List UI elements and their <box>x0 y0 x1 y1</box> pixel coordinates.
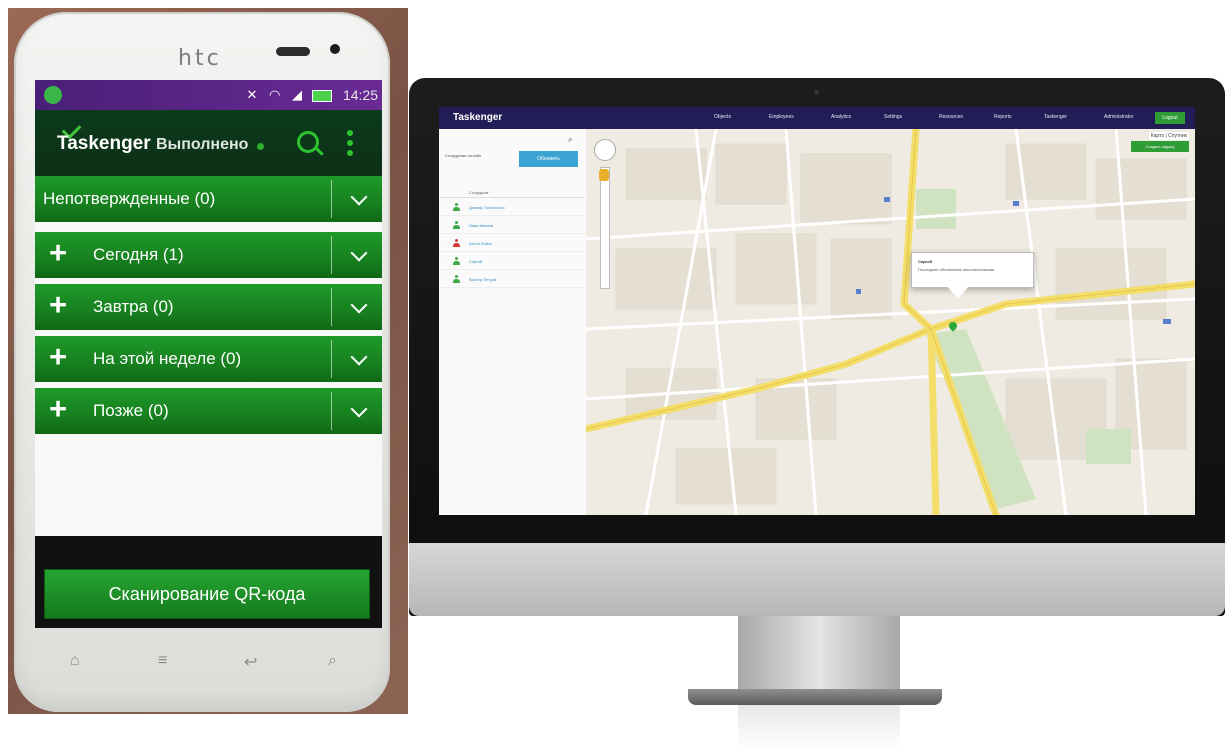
person-icon <box>453 203 460 212</box>
status-filter-dropdown[interactable]: Выполнено <box>156 136 248 154</box>
nav-item-taskenger[interactable]: Taskenger <box>1044 114 1067 120</box>
divider <box>331 392 332 430</box>
category-label: Непотвержденные (0) <box>43 189 216 208</box>
employee-row[interactable]: Виктор Петров <box>439 272 585 288</box>
chevron-down-icon[interactable] <box>350 296 368 314</box>
employee-row[interactable]: Антон Бойко <box>439 236 585 252</box>
create-task-button[interactable]: Создать задачу <box>1131 141 1189 152</box>
column-header: Сотрудник <box>469 190 489 195</box>
employee-sidebar: ⌕ Сотрудники онлайн Обновить Сотрудник Д… <box>439 129 587 515</box>
scan-qr-label: Сканирование QR-кода <box>108 584 306 604</box>
pegman-icon[interactable] <box>599 169 609 181</box>
plus-icon[interactable]: + <box>49 341 67 373</box>
nav-item-analytics[interactable]: Analytics <box>831 114 851 120</box>
online-filter-radio[interactable]: Сотрудники онлайн <box>445 153 505 159</box>
map-type-toggle[interactable]: Карта | Спутник <box>1148 132 1189 140</box>
signal-wifi-icons: ✕ ◠ ◢ <box>246 87 306 102</box>
monitor-chin <box>409 543 1225 616</box>
nav-item-admin[interactable]: Administrator <box>1104 114 1133 120</box>
category-tomorrow[interactable]: + Завтра (0) <box>35 284 382 330</box>
home-icon[interactable]: ⌂ <box>70 652 80 670</box>
device-brand-logo: htc <box>178 46 222 71</box>
plus-icon[interactable]: + <box>49 393 67 425</box>
popup-title: Сергей <box>918 259 932 264</box>
street-map[interactable] <box>586 129 1195 515</box>
front-camera <box>330 44 340 54</box>
person-icon <box>453 275 460 284</box>
employee-name[interactable]: Сергей <box>469 259 482 264</box>
web-app-screen: Taskenger Objects Employees Analytics Se… <box>439 107 1195 515</box>
divider <box>331 340 332 378</box>
zoom-slider[interactable] <box>600 167 610 289</box>
web-logo[interactable]: Taskenger <box>453 112 502 123</box>
nav-item-objects[interactable]: Objects <box>714 114 731 120</box>
nav-item-resources[interactable]: Resources <box>939 114 963 120</box>
task-category-list: Непотвержденные (0) + Сегодня (1) + Завт… <box>35 176 382 536</box>
plus-icon[interactable]: + <box>49 237 67 269</box>
employee-name[interactable]: Антон Бойко <box>469 241 492 246</box>
scan-qr-button[interactable]: Сканирование QR-кода <box>44 569 370 619</box>
hardware-keys: ⌂ ≡ ↩ ⌕ <box>40 650 360 680</box>
app-title: Taskenger <box>57 133 151 154</box>
category-label: Завтра (0) <box>93 297 174 316</box>
employee-name[interactable]: Данияр Полностью <box>469 205 505 210</box>
person-icon <box>453 257 460 266</box>
chevron-down-icon[interactable] <box>350 188 368 206</box>
search-icon[interactable]: ⌕ <box>568 135 572 145</box>
employee-table-header: Сотрудник <box>439 187 585 198</box>
monitor-stand-foot <box>688 689 942 705</box>
webcam-icon <box>814 90 819 95</box>
popup-text: Последнее обновление местоположения <box>918 267 995 272</box>
app-notification-icon <box>44 86 62 104</box>
status-time: 14:25 <box>342 87 378 103</box>
category-today[interactable]: + Сегодня (1) <box>35 232 382 278</box>
monitor-stand <box>738 616 900 689</box>
employee-row[interactable]: Сергей <box>439 254 585 270</box>
chevron-down-icon[interactable] <box>350 400 368 418</box>
chevron-down-icon[interactable] <box>350 348 368 366</box>
refresh-button[interactable]: Обновить <box>519 151 578 167</box>
employee-name[interactable]: Виктор Петров <box>469 277 496 282</box>
category-unconfirmed[interactable]: Непотвержденные (0) <box>35 176 382 222</box>
category-label: На этой неделе (0) <box>93 349 242 368</box>
employee-name[interactable]: Иван Иванов <box>469 223 493 228</box>
search-icon[interactable] <box>297 131 319 153</box>
logout-button[interactable]: Logout <box>1155 112 1185 124</box>
battery-icon <box>312 90 332 102</box>
divider <box>331 180 332 218</box>
phone-screen: ✕ ◠ ◢ 14:25 Taskenger Выполнено Непотвер… <box>35 80 382 628</box>
map-view[interactable]: Карта | Спутник Создать задачу Сергей По… <box>586 129 1195 515</box>
menu-icon[interactable]: ≡ <box>158 652 167 670</box>
earpiece-speaker <box>276 47 310 56</box>
stand-reflection <box>738 705 900 750</box>
pan-control-icon[interactable] <box>594 139 616 161</box>
nav-item-reports[interactable]: Reports <box>994 114 1012 120</box>
divider <box>331 236 332 274</box>
person-icon <box>453 221 460 230</box>
category-label: Позже (0) <box>93 401 169 420</box>
person-icon <box>453 239 460 248</box>
category-this-week[interactable]: + На этой неделе (0) <box>35 336 382 382</box>
search-key-icon[interactable]: ⌕ <box>328 652 337 670</box>
employee-row[interactable]: Иван Иванов <box>439 218 585 234</box>
popup-pointer <box>946 285 970 299</box>
chevron-down-icon[interactable] <box>350 244 368 262</box>
plus-icon[interactable]: + <box>49 289 67 321</box>
map-info-popup: Сергей Последнее обновление местоположен… <box>911 252 1034 288</box>
status-indicator-icon <box>257 143 264 150</box>
overflow-menu-icon[interactable] <box>347 130 353 160</box>
divider <box>331 288 332 326</box>
app-action-bar: Taskenger Выполнено <box>35 110 382 176</box>
nav-item-employees[interactable]: Employees <box>769 114 794 120</box>
nav-item-settings[interactable]: Settings <box>884 114 902 120</box>
category-label: Сегодня (1) <box>93 245 184 264</box>
employee-row[interactable]: Данияр Полностью <box>439 200 585 216</box>
back-icon[interactable]: ↩ <box>244 652 257 672</box>
top-navigation: Taskenger Objects Employees Analytics Se… <box>439 107 1195 129</box>
category-later[interactable]: + Позже (0) <box>35 388 382 434</box>
android-status-bar: ✕ ◠ ◢ 14:25 <box>35 80 382 110</box>
